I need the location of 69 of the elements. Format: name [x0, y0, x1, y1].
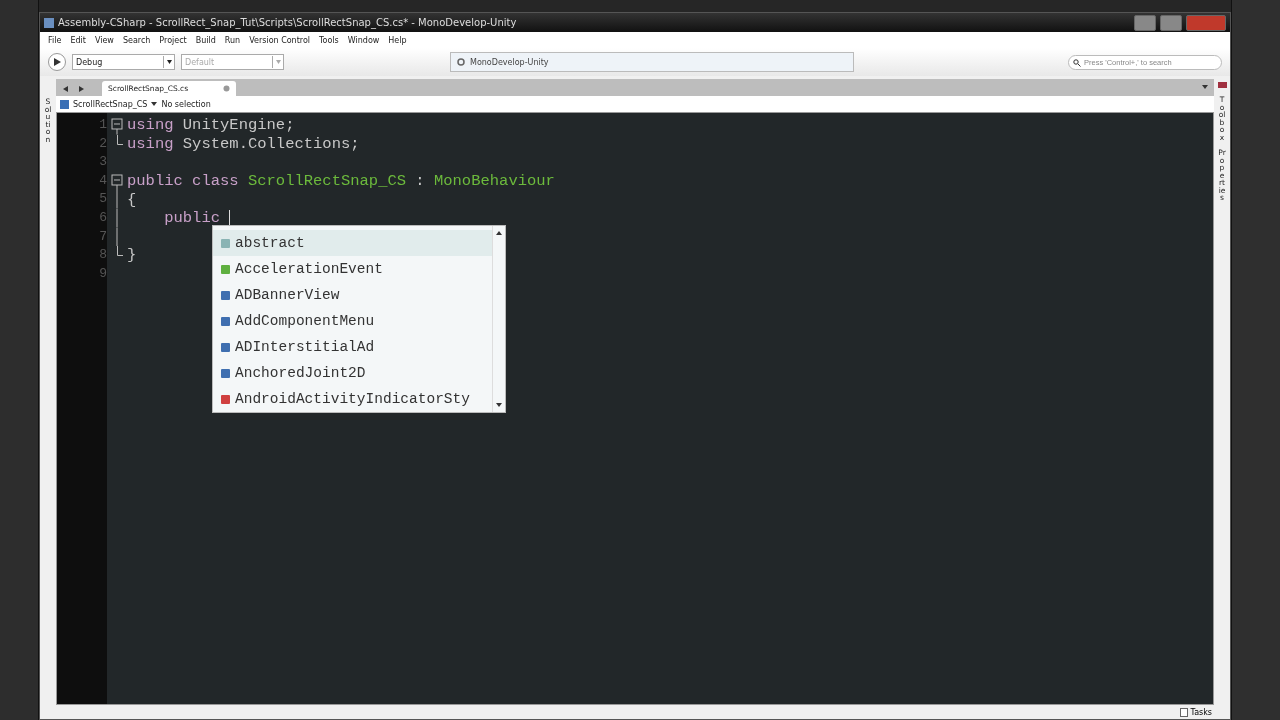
- menu-item[interactable]: View: [94, 35, 114, 45]
- window-title: Assembly-CSharp - ScrollRect_Snap_Tut\Scripts\ScrollRectSnap_CS.cs* - MonoDevelop-Unity: [58, 17, 518, 28]
- menu-item[interactable]: Edit: [70, 35, 86, 45]
- menu-item[interactable]: Tools: [319, 35, 339, 45]
- breadcrumb-item[interactable]: ScrollRectSnap_CS: [73, 99, 148, 109]
- menu-item[interactable]: Search: [122, 35, 151, 45]
- caret-icon: [166, 60, 172, 64]
- right-arrow-icon: [79, 85, 85, 92]
- menu-item[interactable]: Window: [347, 35, 380, 45]
- symbol-icon: [221, 264, 230, 274]
- completion-item[interactable]: AccelerationEvent: [213, 256, 492, 282]
- line-number: 4: [98, 171, 107, 190]
- app-icon: [44, 17, 54, 28]
- line-number: 2: [98, 134, 107, 153]
- caret-icon: [275, 60, 281, 64]
- symbol-icon: [221, 316, 230, 326]
- menu-item[interactable]: Project: [159, 35, 187, 45]
- code-line: public: [163, 209, 220, 228]
- up-arrow-icon: [496, 230, 502, 236]
- close-icon[interactable]: [223, 85, 230, 92]
- tasks-button[interactable]: Tasks: [1190, 707, 1212, 717]
- close-button[interactable]: [1186, 14, 1226, 31]
- line-number: 5: [98, 190, 107, 209]
- fold-minus-icon[interactable]: [111, 116, 123, 135]
- symbol-icon: [221, 342, 230, 352]
- menu-item[interactable]: Help: [388, 35, 407, 45]
- class-icon: [60, 99, 69, 109]
- completion-item[interactable]: ADBannerView: [213, 282, 492, 308]
- completion-item[interactable]: abstract: [213, 230, 492, 256]
- line-number: 9: [98, 264, 107, 283]
- caret-icon: [151, 101, 158, 107]
- search-icon: [1073, 58, 1081, 67]
- run-button[interactable]: [48, 53, 66, 71]
- symbol-icon: [221, 368, 230, 378]
- completion-item[interactable]: AddComponentMenu: [213, 308, 492, 334]
- toolbox-icon: [1217, 80, 1227, 88]
- menu-item[interactable]: Run: [224, 35, 241, 45]
- completion-item[interactable]: AndroidActivityIndicatorSty: [213, 386, 492, 412]
- scrollbar[interactable]: [492, 226, 505, 412]
- line-number: 1: [98, 116, 107, 134]
- line-number: 6: [98, 208, 107, 227]
- fold-minus-icon[interactable]: [111, 171, 123, 191]
- line-number: 7: [98, 227, 107, 246]
- breadcrumb-item[interactable]: No selection: [161, 99, 211, 109]
- code-line: {: [127, 190, 137, 209]
- completion-item[interactable]: ADInterstitialAd: [213, 334, 492, 360]
- completion-item[interactable]: AnchoredJoint2D: [213, 360, 492, 386]
- play-icon: [53, 58, 61, 66]
- configuration-dropdown[interactable]: Debug: [72, 54, 175, 70]
- left-arrow-icon: [63, 85, 69, 92]
- code-editor[interactable]: [56, 112, 1214, 705]
- menu-item[interactable]: Build: [195, 35, 216, 45]
- code-line: public class ScrollRectSnap_CS : MonoBehaviour: [127, 172, 555, 191]
- symbol-icon: [221, 238, 230, 248]
- down-arrow-icon: [496, 402, 502, 408]
- line-number: 8: [98, 246, 107, 265]
- tasks-icon: [1179, 707, 1188, 717]
- line-number: 3: [98, 153, 107, 172]
- code-line: using UnityEngine;: [127, 116, 295, 135]
- symbol-icon: [221, 290, 230, 300]
- maximize-button[interactable]: [1160, 14, 1182, 31]
- minimize-button[interactable]: [1134, 14, 1156, 31]
- code-line: }: [127, 246, 137, 265]
- code-line: using System.Collections;: [127, 134, 360, 153]
- status-text: MonoDevelop-Unity: [470, 57, 549, 67]
- menu-item[interactable]: File: [48, 35, 62, 45]
- menu-item[interactable]: Version Control: [249, 35, 311, 45]
- symbol-icon: [221, 394, 230, 404]
- caret-icon: [1202, 84, 1208, 90]
